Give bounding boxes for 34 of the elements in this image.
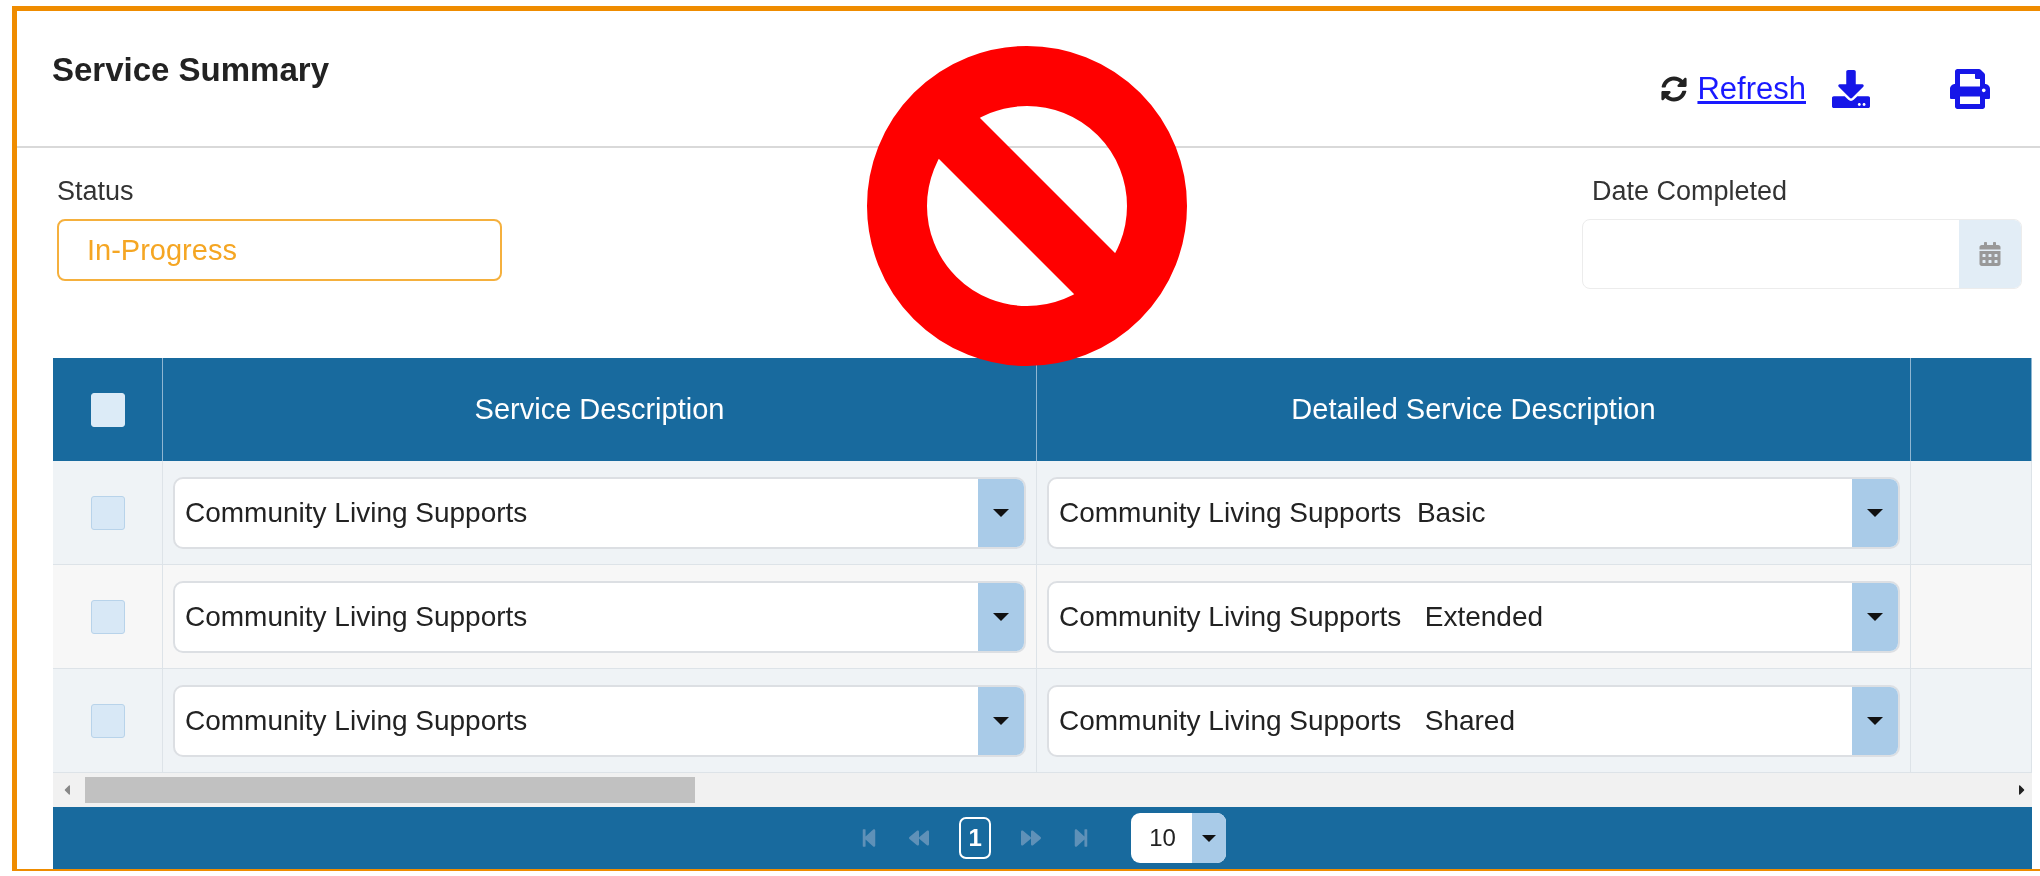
page-title: Service Summary bbox=[52, 51, 329, 89]
caret-icon bbox=[1867, 716, 1883, 725]
date-completed-label: Date Completed bbox=[1592, 176, 1789, 207]
refresh-link[interactable]: Refresh bbox=[1697, 71, 1812, 107]
caret-icon bbox=[993, 716, 1009, 725]
next-page-icon[interactable] bbox=[1021, 828, 1042, 848]
detail-dropdown[interactable]: Community Living Supports Basic bbox=[1047, 476, 1900, 549]
service-dropdown[interactable]: Community Living Supports bbox=[173, 580, 1026, 653]
select-all-checkbox[interactable] bbox=[90, 392, 125, 427]
service-dropdown[interactable]: Community Living Supports bbox=[173, 684, 1026, 757]
caret-icon bbox=[1867, 508, 1883, 517]
caret-icon bbox=[1867, 612, 1883, 621]
row-checkbox[interactable] bbox=[90, 495, 125, 530]
detail-dropdown[interactable]: Community Living Supports Extended bbox=[1047, 580, 1900, 653]
row-checkbox[interactable] bbox=[90, 703, 125, 738]
prohibited-sign-icon bbox=[867, 46, 1187, 366]
caret-icon bbox=[993, 508, 1009, 517]
download-icon[interactable] bbox=[1832, 70, 1870, 108]
caret-icon bbox=[993, 612, 1009, 621]
horizontal-scrollbar[interactable] bbox=[53, 773, 2032, 807]
status-label: Status bbox=[57, 176, 135, 207]
column-header: Detailed Service Description bbox=[1037, 358, 1911, 461]
caret-icon bbox=[1201, 834, 1216, 842]
page-size-dropdown[interactable]: 10 bbox=[1131, 813, 1226, 863]
calendar-icon[interactable] bbox=[1978, 242, 2002, 266]
print-icon[interactable] bbox=[1950, 69, 1990, 109]
service-dropdown[interactable]: Community Living Supports bbox=[173, 476, 1026, 549]
row-checkbox[interactable] bbox=[90, 599, 125, 634]
refresh-icon[interactable] bbox=[1661, 76, 1688, 102]
date-field[interactable] bbox=[1582, 219, 2022, 289]
page-button[interactable]: 1 bbox=[959, 817, 992, 859]
detail-dropdown[interactable]: Community Living Supports Shared bbox=[1047, 684, 1900, 757]
column-header: Service Description bbox=[163, 358, 1037, 461]
previous-page-icon[interactable] bbox=[909, 828, 930, 848]
